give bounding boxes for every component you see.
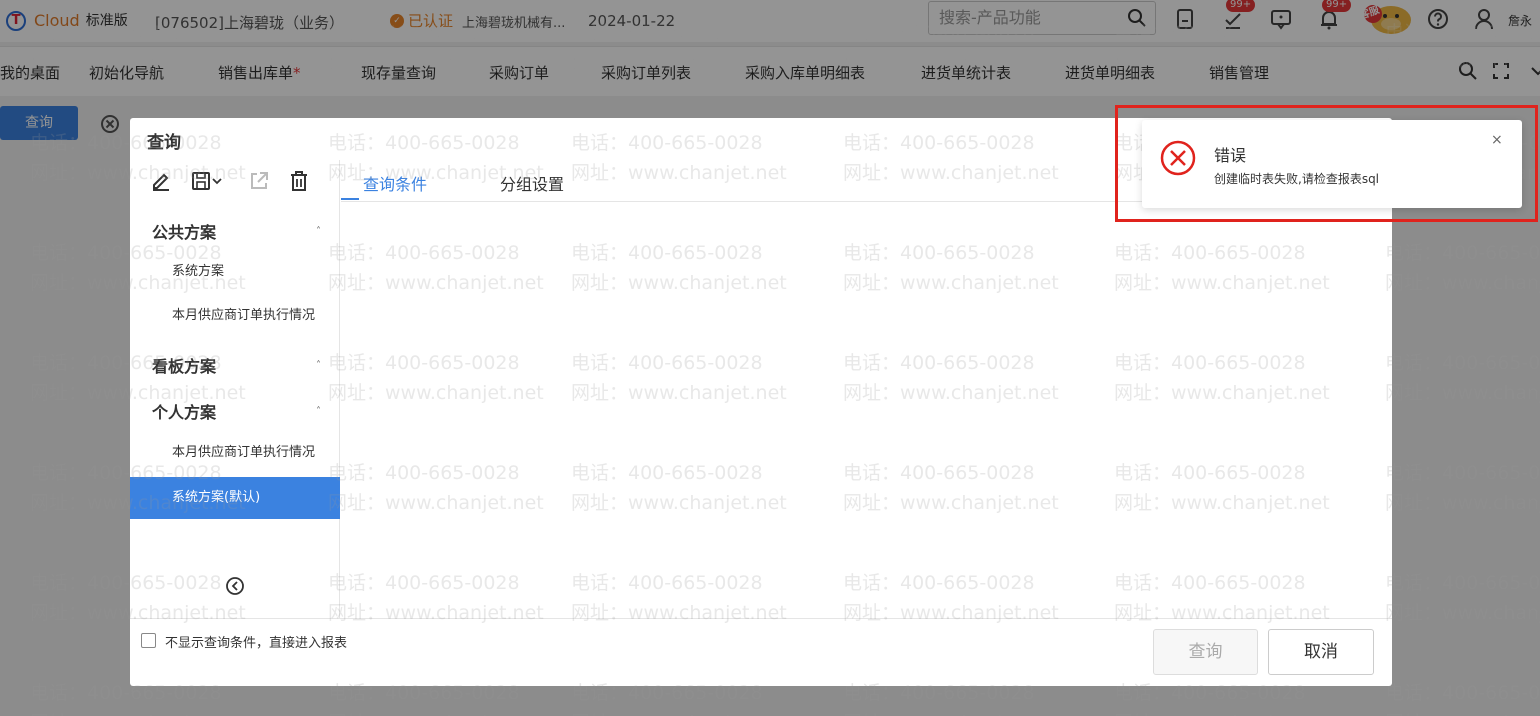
dialog-footer: 不显示查询条件，直接进入报表 查询 取消: [130, 618, 1392, 686]
skip-conditions-checkbox[interactable]: [141, 633, 156, 648]
scheme-item[interactable]: 系统方案: [130, 251, 340, 293]
save-dropdown-icon[interactable]: [190, 170, 224, 192]
scheme-item[interactable]: 本月供应商订单执行情况: [130, 432, 340, 474]
group-public-schemes[interactable]: 公共方案: [152, 219, 216, 243]
scheme-toolbar: [130, 160, 340, 200]
cancel-button[interactable]: 取消: [1268, 629, 1374, 675]
scheme-item[interactable]: 本月供应商订单执行情况: [130, 295, 340, 337]
highlight-frame: [1115, 105, 1538, 222]
scheme-panel: 公共方案 ˄ 系统方案 本月供应商订单执行情况 看板方案 ˄ 个人方案 ˄ 本月…: [130, 160, 340, 618]
delete-icon[interactable]: [288, 170, 310, 192]
chevron-up-icon[interactable]: ˄: [316, 360, 321, 371]
skip-conditions-label[interactable]: 不显示查询条件，直接进入报表: [165, 632, 347, 651]
chevron-up-icon[interactable]: ˄: [316, 406, 321, 417]
edit-icon[interactable]: [150, 170, 172, 192]
group-personal-schemes[interactable]: 个人方案: [152, 399, 216, 423]
tab-query-conditions[interactable]: 查询条件: [363, 171, 427, 195]
export-icon[interactable]: [248, 170, 270, 192]
group-board-schemes[interactable]: 看板方案: [152, 353, 216, 377]
active-tab-indicator: [341, 198, 359, 200]
chevron-up-icon[interactable]: ˄: [316, 226, 321, 237]
collapse-left-icon[interactable]: [225, 576, 245, 596]
query-button[interactable]: 查询: [1153, 629, 1258, 675]
dialog-title: 查询: [147, 133, 181, 153]
scheme-item-selected[interactable]: 系统方案(默认): [130, 477, 340, 519]
tab-group-settings[interactable]: 分组设置: [500, 171, 564, 195]
